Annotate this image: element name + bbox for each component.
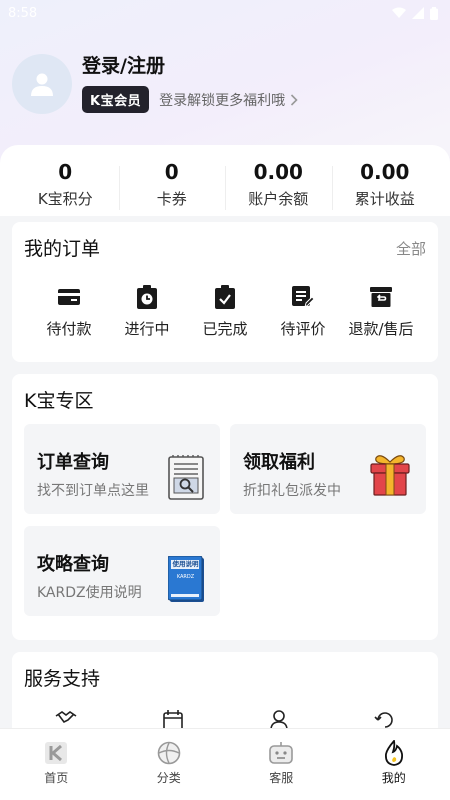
order-label: 退款/售后 — [348, 320, 414, 338]
tile-subtitle: KARDZ使用说明 — [37, 585, 142, 601]
tab-label: 客服 — [269, 771, 294, 785]
tile-guide-query[interactable]: 攻略查询 KARDZ使用说明 使用说明 KARDZ — [24, 526, 220, 616]
user-avatar-icon — [31, 73, 53, 96]
clock-clipboard-icon — [137, 285, 157, 309]
category-ball-icon — [157, 741, 181, 765]
bottom-tab-bar: 首页 分类 客服 我的 — [0, 728, 450, 800]
order-completed[interactable]: 已完成 — [186, 284, 264, 339]
user-support-icon[interactable] — [268, 710, 290, 730]
chevron-right-icon — [291, 93, 298, 106]
stat-value: 0 — [58, 160, 73, 184]
member-promo-text: 登录解锁更多福利哦 — [159, 92, 286, 109]
tab-home[interactable]: 首页 — [0, 729, 113, 800]
search-document-icon — [168, 455, 204, 500]
stat-value: 0 — [164, 160, 179, 184]
service-icons-row — [12, 710, 438, 730]
tab-profile[interactable]: 我的 — [338, 729, 450, 800]
status-bar: 8:58 — [0, 0, 450, 26]
tile-subtitle: 找不到订单点这里 — [37, 483, 149, 499]
wifi-icon — [392, 7, 406, 18]
flame-profile-icon — [384, 740, 403, 766]
gift-icon — [370, 455, 410, 496]
tile-subtitle: 折扣礼包派发中 — [243, 483, 341, 499]
manual-brand-text: KARDZ — [176, 574, 195, 580]
manual-cover-text: 使用说明 — [172, 560, 199, 568]
stat-balance[interactable]: 0.00 账户余额 — [225, 158, 332, 216]
order-pending-payment[interactable]: 待付款 — [30, 284, 108, 339]
service-title: 服务支持 — [24, 668, 101, 690]
signal-icon — [412, 7, 424, 19]
order-to-review[interactable]: 待评价 — [264, 284, 342, 339]
orders-all-link[interactable]: 全部 — [396, 238, 426, 259]
order-in-progress[interactable]: 进行中 — [108, 284, 186, 339]
kbao-zone-title: K宝专区 — [24, 390, 94, 412]
tab-category[interactable]: 分类 — [113, 729, 226, 800]
order-label: 待评价 — [280, 320, 326, 338]
calendar-icon[interactable] — [162, 710, 184, 730]
stat-earnings[interactable]: 0.00 累计收益 — [331, 158, 439, 216]
order-label: 待付款 — [46, 320, 92, 338]
profile-header[interactable]: 登录/注册 K宝会员 登录解锁更多福利哦 — [12, 54, 438, 114]
status-time: 8:58 — [8, 5, 38, 21]
battery-icon — [430, 6, 438, 20]
status-icons — [392, 6, 438, 20]
tile-order-query[interactable]: 订单查询 找不到订单点这里 — [24, 424, 220, 514]
stat-label: K宝积分 — [37, 190, 93, 208]
order-label: 进行中 — [124, 320, 170, 338]
order-refund-aftersale[interactable]: 退款/售后 — [342, 284, 420, 339]
stat-label: 账户余额 — [248, 190, 309, 208]
review-edit-icon — [292, 286, 314, 308]
tab-customer-service[interactable]: 客服 — [225, 729, 338, 800]
refund-box-icon — [370, 287, 392, 307]
stat-label: 卡券 — [156, 190, 187, 208]
manual-book-icon: 使用说明 KARDZ — [167, 555, 204, 602]
wallet-icon — [58, 289, 80, 305]
vip-badge: K宝会员 — [82, 86, 150, 113]
tab-label: 分类 — [156, 771, 181, 785]
refresh-return-icon[interactable] — [374, 710, 396, 730]
robot-service-icon — [269, 742, 294, 764]
orders-section: 我的订单 全部 待付款 进行中 已完成 待评价 退款/售后 — [12, 222, 438, 362]
order-label: 已完成 — [202, 320, 248, 338]
tile-title: 领取福利 — [243, 452, 315, 473]
stat-points[interactable]: 0 K宝积分 — [12, 158, 119, 216]
order-status-row: 待付款 进行中 已完成 待评价 退款/售后 — [12, 284, 438, 339]
tile-title: 订单查询 — [37, 452, 109, 473]
stat-label: 累计收益 — [354, 190, 415, 208]
tile-title: 攻略查询 — [37, 554, 109, 575]
stats-row: 0 K宝积分 0 卡券 0.00 账户余额 0.00 累计收益 — [12, 158, 438, 216]
stat-value: 0.00 — [360, 160, 410, 184]
handshake-icon[interactable] — [54, 710, 78, 730]
stat-value: 0.00 — [253, 160, 303, 184]
stat-coupons[interactable]: 0 卡券 — [118, 158, 226, 216]
tab-label: 我的 — [381, 771, 406, 785]
home-k-logo-icon — [45, 742, 68, 764]
tile-claim-benefits[interactable]: 领取福利 折扣礼包派发中 — [230, 424, 426, 514]
check-clipboard-icon — [215, 285, 235, 309]
orders-title: 我的订单 — [24, 238, 101, 260]
login-register-title[interactable]: 登录/注册 — [82, 51, 298, 78]
kbao-zone-section: K宝专区 订单查询 找不到订单点这里 领取福利 折扣礼包派发中 攻略查询 KAR… — [12, 374, 438, 640]
tab-label: 首页 — [44, 771, 69, 785]
member-row[interactable]: K宝会员 登录解锁更多福利哦 — [82, 86, 298, 113]
avatar[interactable] — [12, 54, 72, 114]
